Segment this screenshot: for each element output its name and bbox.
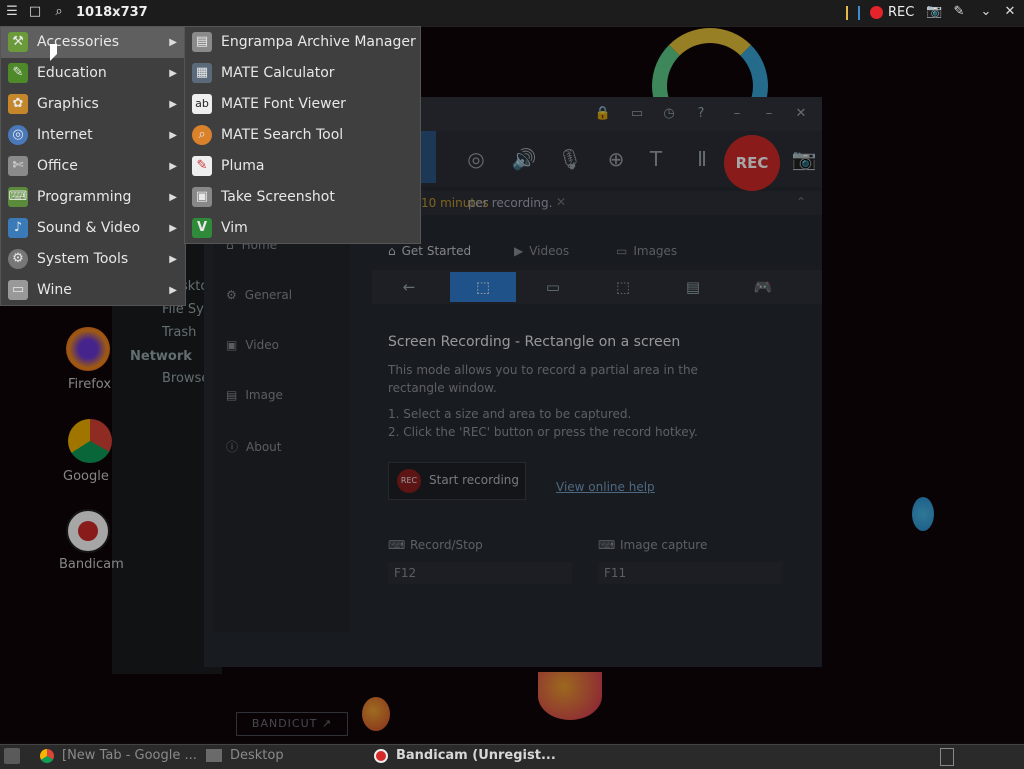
taskbar-item-desktop[interactable]: Desktop [206, 748, 284, 763]
rec-dot-icon [870, 6, 883, 19]
menu-icon[interactable]: ☰ [5, 5, 19, 19]
vim-icon: V [192, 218, 212, 238]
folder-task-icon [206, 749, 222, 762]
menu-item-office[interactable]: ✄ Office ▶ [1, 151, 185, 182]
office-icon: ✄ [8, 156, 28, 176]
submenu-arrow-icon: ▶ [169, 37, 177, 48]
wine-icon: ▭ [8, 280, 28, 300]
collapse-icon[interactable]: ⌄ [979, 5, 993, 19]
graphics-icon: ✿ [8, 94, 28, 114]
sound-video-icon: ♪ [8, 218, 28, 238]
audio-level-icon [846, 6, 860, 20]
close-icon[interactable]: ✕ [1003, 5, 1017, 19]
accessories-submenu: ▤ Engrampa Archive Manager ▦ MATE Calcul… [184, 26, 421, 244]
bandicam-task-icon [374, 748, 388, 763]
menu-item-accessories[interactable]: ⚒ Accessories ▶ [1, 27, 185, 58]
menu-item-search-tool[interactable]: ⌕ MATE Search Tool [185, 120, 420, 151]
fullscreen-icon[interactable]: □ [28, 5, 42, 19]
menu-item-programming[interactable]: ⌨ Programming ▶ [1, 182, 185, 213]
menu-item-screenshot[interactable]: ▣ Take Screenshot [185, 182, 420, 213]
submenu-arrow-icon: ▶ [169, 99, 177, 110]
internet-icon: ◎ [8, 125, 28, 145]
menu-item-education[interactable]: ✎ Education ▶ [1, 58, 185, 89]
submenu-arrow-icon: ▶ [169, 161, 177, 172]
menu-item-pluma[interactable]: ✎ Pluma [185, 151, 420, 182]
camera-icon[interactable]: 📷 [926, 5, 942, 19]
menu-item-internet[interactable]: ◎ Internet ▶ [1, 120, 185, 151]
menu-item-vim[interactable]: V Vim [185, 213, 420, 244]
search-tool-icon: ⌕ [192, 125, 212, 145]
system-tools-icon: ⚙ [8, 249, 28, 269]
archive-icon: ▤ [192, 32, 212, 52]
submenu-arrow-icon: ▶ [169, 285, 177, 296]
submenu-arrow-icon: ▶ [169, 68, 177, 79]
menu-item-font-viewer[interactable]: ab MATE Font Viewer [185, 89, 420, 120]
education-icon: ✎ [8, 63, 28, 83]
pencil-icon[interactable]: ✎ [952, 5, 966, 19]
menu-item-wine[interactable]: ▭ Wine ▶ [1, 275, 185, 306]
chrome-task-icon [40, 748, 54, 763]
region-select-icon[interactable]: ⌕ [52, 5, 66, 19]
programming-icon: ⌨ [8, 187, 28, 207]
show-desktop-icon[interactable] [4, 748, 20, 764]
menu-item-graphics[interactable]: ✿ Graphics ▶ [1, 89, 185, 120]
submenu-arrow-icon: ▶ [169, 130, 177, 141]
region-size-label: 1018x737 [76, 5, 148, 20]
taskbar-item-chrome[interactable]: [New Tab - Google ... [40, 748, 197, 763]
applications-menu: ⚒ Accessories ▶ ✎ Education ▶ ✿ Graphics… [0, 26, 186, 306]
calculator-icon: ▦ [192, 63, 212, 83]
mouse-cursor-icon [50, 44, 57, 61]
submenu-arrow-icon: ▶ [169, 192, 177, 203]
taskbar-item-bandicam[interactable]: Bandicam (Unregist... [374, 748, 556, 763]
rec-button[interactable]: REC [888, 5, 914, 20]
screenshot-icon: ▣ [192, 187, 212, 207]
menu-item-system-tools[interactable]: ⚙ System Tools ▶ [1, 244, 185, 275]
menu-item-sound-video[interactable]: ♪ Sound & Video ▶ [1, 213, 185, 244]
text-editor-icon: ✎ [192, 156, 212, 176]
accessories-icon: ⚒ [8, 32, 28, 52]
recorder-top-bar: ☰ □ ⌕ 1018x737 REC 📷 ✎ ⌄ ✕ [0, 0, 1024, 27]
menu-item-engrampa[interactable]: ▤ Engrampa Archive Manager [185, 27, 420, 58]
workspace-switcher-icon[interactable] [940, 748, 954, 766]
submenu-arrow-icon: ▶ [169, 254, 177, 265]
taskbar: [New Tab - Google ... Desktop Bandicam (… [0, 744, 1024, 769]
menu-item-calculator[interactable]: ▦ MATE Calculator [185, 58, 420, 89]
submenu-arrow-icon: ▶ [169, 223, 177, 234]
font-viewer-icon: ab [192, 94, 212, 114]
